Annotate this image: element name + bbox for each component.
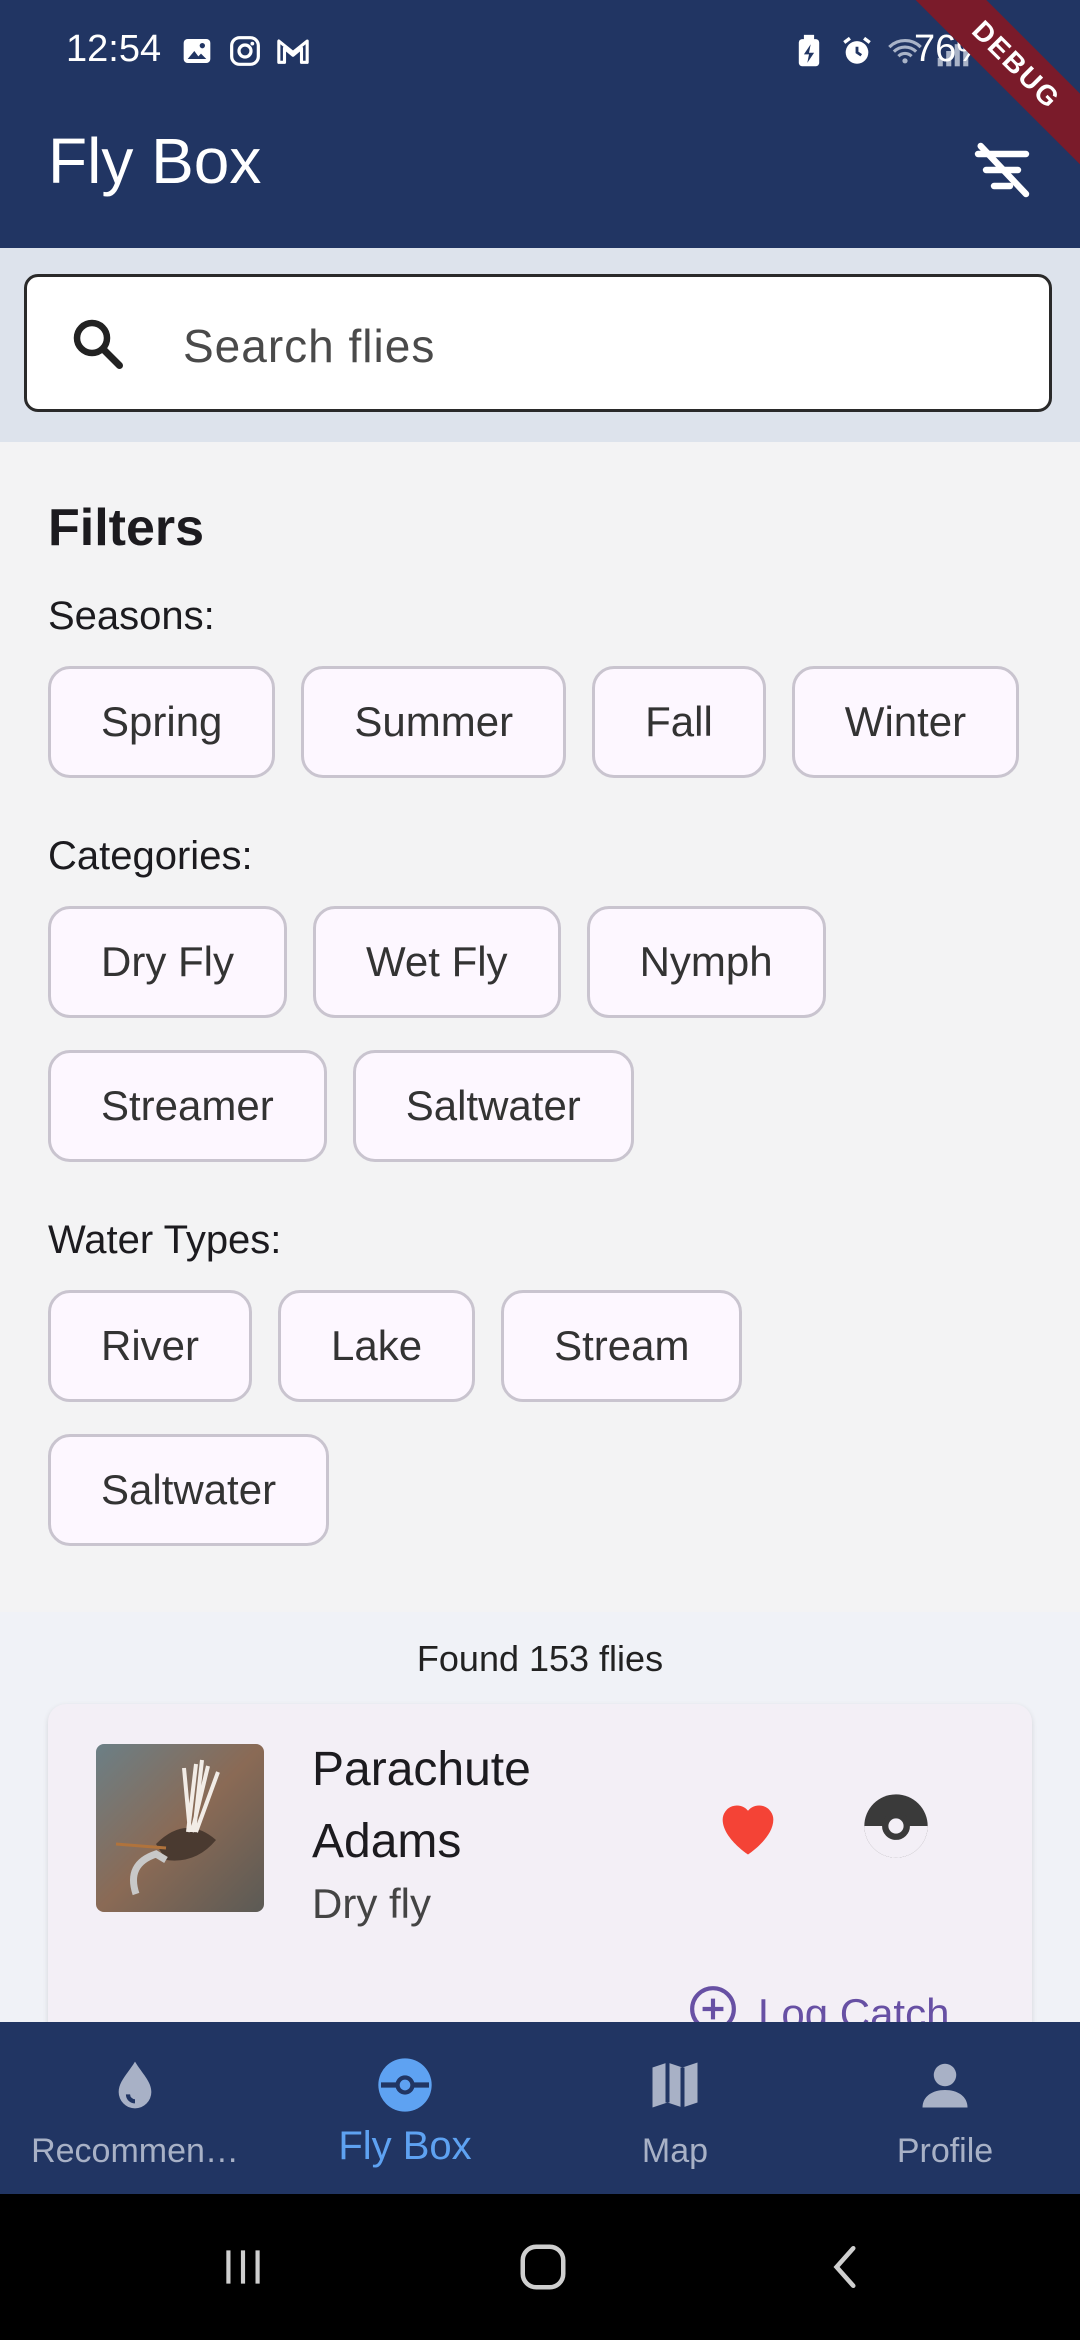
seasons-label: Seasons: <box>48 594 215 638</box>
nav-item-profile[interactable]: Profile <box>810 2022 1080 2194</box>
chip-wet-fly[interactable]: Wet Fly <box>312 906 561 1018</box>
status-time: 12:54 <box>66 28 162 70</box>
gmail-icon <box>276 34 310 68</box>
home-button[interactable] <box>508 2234 578 2304</box>
categories-chips-row-1: Dry Fly Wet Fly Nymph <box>48 906 826 1018</box>
chip-lake[interactable]: Lake <box>278 1290 476 1402</box>
water-types-chips-row-2: Saltwater <box>48 1434 330 1546</box>
bottom-navigation: Recommen… Fly Box Map Profile <box>0 2022 1080 2194</box>
nav-item-recommendations[interactable]: Recommen… <box>0 2022 270 2194</box>
fly-box-ball-icon <box>858 1794 934 1868</box>
chip-fall[interactable]: Fall <box>592 666 766 778</box>
search-input[interactable]: Search flies <box>24 274 1052 412</box>
chip-saltwater-category[interactable]: Saltwater <box>352 1050 634 1162</box>
chip-streamer[interactable]: Streamer <box>48 1050 327 1162</box>
search-placeholder: Search flies <box>183 320 436 372</box>
system-navigation-bar <box>0 2194 1080 2340</box>
chip-river[interactable]: River <box>48 1290 253 1402</box>
chip-winter[interactable]: Winter <box>791 666 1020 778</box>
search-section: Search flies <box>0 248 1080 442</box>
filters-title: Filters <box>48 499 205 557</box>
nav-item-fly-box[interactable]: Fly Box <box>270 2022 540 2194</box>
recent-apps-icon <box>218 2242 268 2297</box>
status-bar: 12:54 76% <box>0 0 1080 104</box>
gallery-icon <box>180 34 214 68</box>
nav-label-fly-box: Fly Box <box>338 2124 472 2168</box>
catch-toggle-button[interactable] <box>858 1788 934 1864</box>
fly-box-icon <box>370 2050 440 2120</box>
categories-label: Categories: <box>48 834 253 878</box>
filter-off-button[interactable] <box>964 134 1040 210</box>
alarm-icon <box>840 34 874 68</box>
nav-label-profile: Profile <box>896 2132 994 2170</box>
chip-summer[interactable]: Summer <box>301 666 567 778</box>
person-icon <box>910 2050 980 2120</box>
fly-category: Dry fly <box>312 1880 431 1927</box>
instagram-icon <box>228 34 262 68</box>
heart-icon <box>710 1805 786 1868</box>
fly-thumbnail <box>96 1744 264 1912</box>
favorite-button[interactable] <box>710 1788 786 1864</box>
page-title: Fly Box <box>48 125 262 197</box>
app-header: 12:54 76% Fly Box DEBUG <box>0 0 1080 248</box>
fly-name: Parachute Adams <box>312 1743 531 1868</box>
map-icon <box>640 2050 710 2120</box>
chip-saltwater-water[interactable]: Saltwater <box>48 1434 330 1546</box>
recent-apps-button[interactable] <box>208 2234 278 2304</box>
nav-label-map: Map <box>641 2132 709 2170</box>
chip-stream[interactable]: Stream <box>501 1290 743 1402</box>
seasons-chips: Spring Summer Fall Winter <box>48 666 1020 778</box>
nav-item-map[interactable]: Map <box>540 2022 810 2194</box>
chip-dry-fly[interactable]: Dry Fly <box>48 906 287 1018</box>
results-count: Found 153 flies <box>416 1638 664 1679</box>
filters-panel: Filters Seasons: Spring Summer Fall Wint… <box>0 442 1080 1612</box>
filter-off-icon <box>970 138 1034 207</box>
chip-spring[interactable]: Spring <box>48 666 276 778</box>
chip-nymph[interactable]: Nymph <box>586 906 826 1018</box>
results-section: Found 153 flies Parachute Adams Dry fly <box>0 1612 1080 2104</box>
back-chevron-icon <box>822 2242 872 2297</box>
back-button[interactable] <box>812 2234 882 2304</box>
search-icon <box>67 313 127 373</box>
categories-chips-row-2: Streamer Saltwater <box>48 1050 634 1162</box>
water-types-chips-row-1: River Lake Stream <box>48 1290 743 1402</box>
water-types-label: Water Types: <box>48 1218 282 1262</box>
battery-saver-icon <box>792 34 826 68</box>
home-icon <box>516 2240 570 2299</box>
nav-label-recommendations: Recommen… <box>31 2132 239 2170</box>
water-drop-icon <box>100 2050 170 2120</box>
